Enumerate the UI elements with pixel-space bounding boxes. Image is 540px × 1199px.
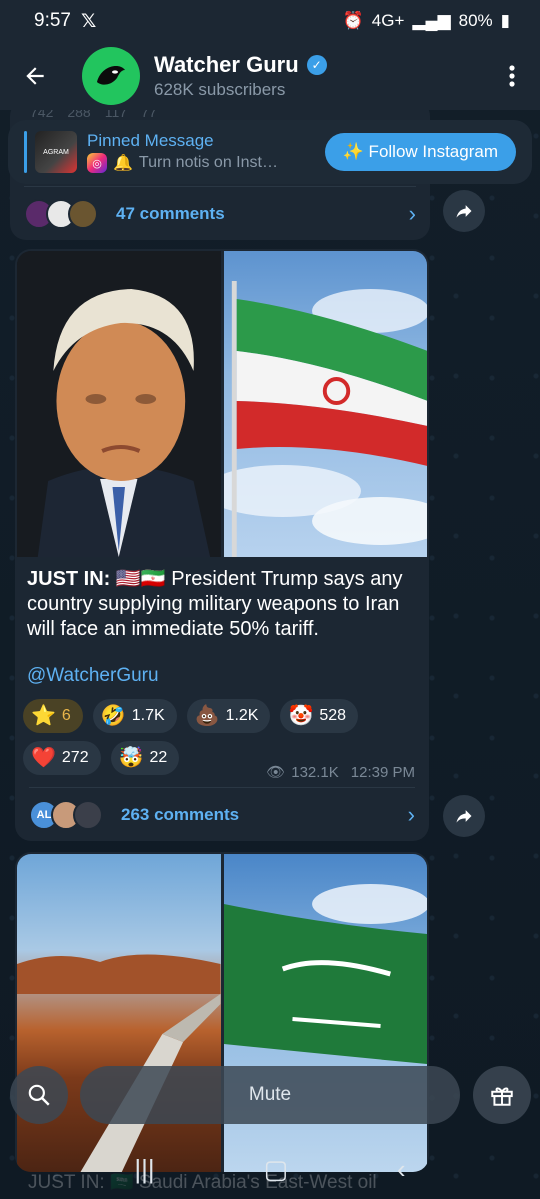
reaction-count: 1.7K [131, 707, 165, 724]
avatar [68, 198, 98, 229]
heart-icon: ❤️ [31, 747, 56, 769]
chat-header: Watcher Guru ✓ 628K subscribers [0, 42, 540, 110]
verified-icon: ✓ [306, 55, 327, 75]
channel-handle-link[interactable]: @WatcherGuru [27, 665, 159, 687]
channel-title: Watcher Guru [154, 52, 299, 77]
battery-label: 80% [458, 11, 493, 30]
post-photos [17, 251, 427, 557]
share-button[interactable] [443, 795, 485, 837]
share-button[interactable] [443, 190, 485, 232]
share-arrow-icon [456, 810, 472, 823]
pinned-thumbnail: AGRAM [35, 131, 77, 173]
reaction-mind-blown[interactable]: 🤯 22 [110, 741, 180, 775]
poop-icon: 💩 [194, 705, 220, 727]
bottom-bar: Mute [0, 1066, 540, 1126]
back-arrow-icon [26, 67, 44, 85]
search-button[interactable] [10, 1066, 68, 1124]
status-time: 9:57 [34, 10, 71, 31]
post-comments-row[interactable]: AL 263 comments › [29, 787, 415, 841]
post-lead: JUST IN: [27, 568, 111, 590]
gift-button[interactable] [473, 1066, 531, 1124]
home-icon[interactable]: ▢ [264, 1154, 289, 1185]
photo-iran-flag[interactable] [223, 251, 427, 557]
prev-comments-row[interactable]: 47 comments › [24, 186, 416, 240]
portrait-illustration [17, 251, 221, 557]
reaction-count: 528 [319, 707, 347, 724]
reaction-clown[interactable]: 🤡 528 [280, 699, 359, 733]
reaction-heart[interactable]: ❤️ 272 [23, 741, 101, 775]
post-meta: 👁 132.1K 12:39 PM [266, 763, 415, 782]
gift-icon [491, 1087, 513, 1106]
commenter-avatars [24, 198, 98, 229]
subscriber-count: 628K subscribers [154, 80, 286, 99]
signal-icon: ▂▄▆ [412, 11, 451, 30]
kebab-menu-icon [509, 65, 515, 87]
orca-logo-icon [97, 66, 125, 85]
pinned-message-bar[interactable]: AGRAM Pinned Message ◎ 🔔 Turn notis on I… [8, 120, 532, 184]
mind-blown-icon: 🤯 [118, 747, 144, 769]
iran-flag-illustration [223, 281, 427, 557]
view-count: 132.1K [291, 763, 339, 781]
reaction-count: 1.2K [225, 707, 259, 724]
share-arrow-icon [456, 205, 472, 218]
reaction-count: 6 [61, 707, 71, 724]
chevron-right-icon: › [407, 801, 415, 827]
avatar [73, 799, 103, 830]
photo-trump[interactable] [17, 251, 221, 557]
reaction-star[interactable]: ⭐ 6 [23, 699, 83, 733]
search-icon [28, 1084, 50, 1106]
pinned-title: Pinned Message [87, 131, 214, 150]
alarm-icon: ⏰ [342, 11, 364, 30]
pinned-subtitle-row: ◎ 🔔 Turn notis on Inst… [87, 153, 278, 173]
reaction-poop[interactable]: 💩 1.2K [186, 699, 271, 733]
channel-post: JUST IN: 🇺🇸🇮🇷 President Trump says any c… [15, 249, 429, 841]
star-icon: ⭐ [31, 705, 56, 727]
reaction-laughing[interactable]: 🤣 1.7K [92, 699, 177, 733]
follow-instagram-button[interactable]: ✨ Follow Instagram [324, 133, 516, 171]
more-options-button[interactable] [484, 42, 540, 110]
clown-icon: 🤡 [288, 705, 314, 727]
pinned-subtitle: Turn notis on Inst… [138, 154, 278, 171]
mute-button[interactable]: Mute [80, 1066, 460, 1124]
chevron-right-icon: › [408, 200, 416, 226]
system-nav-bar: ||| ▢ ‹ [0, 1140, 540, 1199]
commenter-avatars: AL [29, 799, 103, 830]
comments-label: 263 comments [121, 804, 240, 824]
recent-apps-icon[interactable]: ||| [134, 1154, 154, 1185]
back-button[interactable] [0, 42, 70, 110]
network-label: 4G+ [371, 11, 405, 30]
nav-back-icon[interactable]: ‹ [397, 1154, 406, 1185]
reaction-count: 272 [61, 749, 89, 766]
bell-icon: 🔔 [113, 155, 133, 172]
status-icons: ⏰ 4G+ ▂▄▆ 80% ▮ [343, 11, 510, 31]
post-time: 12:39 PM [350, 763, 415, 781]
channel-avatar[interactable] [82, 47, 140, 105]
eye-icon: 👁 [266, 764, 286, 781]
laughing-icon: 🤣 [100, 705, 126, 727]
instagram-icon: ◎ [87, 153, 107, 173]
x-logo-icon: 𝕏 [80, 10, 97, 32]
post-text: JUST IN: 🇺🇸🇮🇷 President Trump says any c… [27, 567, 415, 642]
reaction-count: 22 [149, 749, 168, 766]
pinned-indicator [24, 131, 27, 173]
battery-icon: ▮ [500, 11, 510, 30]
channel-title-block[interactable]: Watcher Guru ✓ 628K subscribers [154, 52, 327, 100]
status-bar: 9:57 𝕏 ⏰ 4G+ ▂▄▆ 80% ▮ [0, 0, 540, 42]
comments-label: 47 comments [116, 203, 225, 223]
